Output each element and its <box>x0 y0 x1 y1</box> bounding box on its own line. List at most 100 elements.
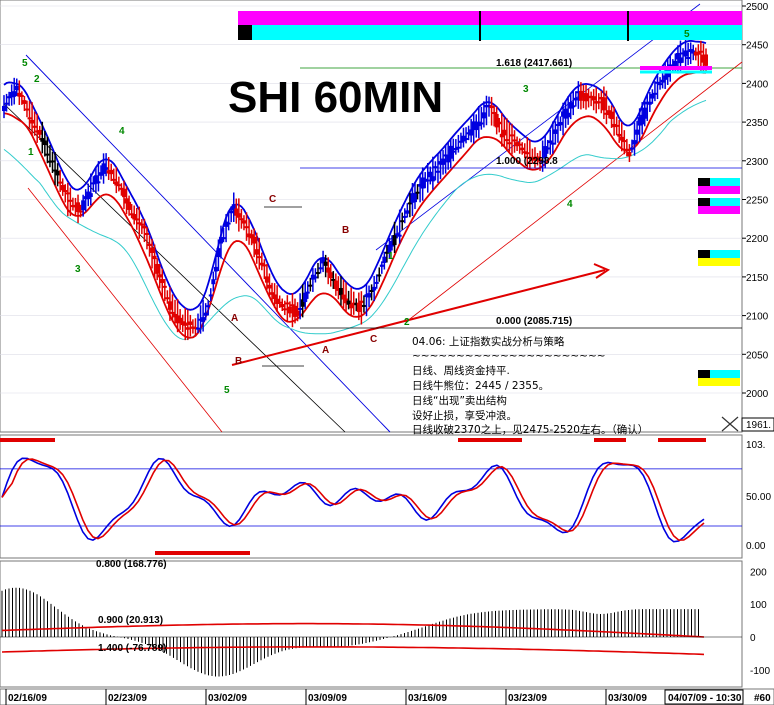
price-bar-body <box>272 294 277 299</box>
signal-block-marker <box>698 198 710 206</box>
price-bar-body <box>512 139 517 142</box>
price-bar-body <box>170 311 175 314</box>
price-bar-body <box>236 213 241 218</box>
price-bar-body <box>203 312 208 316</box>
price-bar-body <box>19 94 24 97</box>
date-label: 02/16/09 <box>8 693 47 704</box>
price-bar-body <box>167 301 172 310</box>
price-bar-body <box>188 321 193 325</box>
wave-label: 1 <box>388 251 394 262</box>
price-bar-body <box>405 210 410 214</box>
price-bar-body <box>221 237 226 240</box>
price-bar-body <box>229 210 234 214</box>
price-tick-label: 2000 <box>746 389 769 400</box>
price-bar-body <box>509 134 514 137</box>
price-bar-body <box>374 281 379 284</box>
price-bar-body <box>660 79 665 83</box>
price-bar-body <box>150 247 155 254</box>
price-tick-label: 2050 <box>746 350 769 361</box>
price-bar-body <box>157 274 162 278</box>
signal-strip-marker <box>238 25 252 40</box>
fib-label-1000: 1.000 (2298.8 <box>496 156 558 167</box>
date-label: 02/23/09 <box>108 693 147 704</box>
price-bar-body <box>183 322 188 326</box>
price-bar-body <box>647 101 652 105</box>
price-bar-body <box>617 133 622 137</box>
price-bar-body <box>642 107 647 119</box>
price-bar-body <box>201 317 206 322</box>
price-bar-body <box>609 111 614 120</box>
price-bar-body <box>492 111 497 114</box>
price-tick-label: 2400 <box>746 79 769 90</box>
price-bar-body <box>323 261 328 266</box>
price-bar-body <box>412 192 417 203</box>
price-bar-body <box>553 129 558 134</box>
price-bar-body <box>134 218 139 221</box>
price-bar-body <box>60 184 65 191</box>
note-line: 设好止损，享受冲浪。 <box>412 409 517 422</box>
date-label: 03/30/09 <box>608 693 647 704</box>
price-bar-body <box>68 199 73 202</box>
current-date-label: 04/07/09 - 10:30 <box>668 693 742 704</box>
price-bar-body <box>315 272 320 275</box>
price-bar-body <box>313 276 318 279</box>
macd-label: 0.900 (20.913) <box>98 615 163 626</box>
price-bar-body <box>277 301 282 304</box>
price-bar-body <box>479 122 484 125</box>
price-bar-body <box>264 276 269 283</box>
price-bar-body <box>673 60 678 66</box>
price-bar-body <box>704 54 708 66</box>
date-label: 03/16/09 <box>408 693 447 704</box>
macd-axis: 200 100 0 -100 <box>750 567 770 677</box>
price-bar-body <box>517 143 522 146</box>
price-bar-body <box>226 222 231 225</box>
price-bar-body <box>211 279 216 285</box>
price-bar-body <box>596 101 601 104</box>
price-bar-body <box>683 50 688 57</box>
price-bar-body <box>338 288 343 296</box>
price-tick-label: 2500 <box>746 2 769 13</box>
price-bar-body <box>571 105 576 108</box>
signal-block-marker <box>698 178 710 186</box>
price-bar-body <box>469 129 474 136</box>
macd-tick-label: -100 <box>750 666 770 677</box>
price-panel <box>0 0 743 433</box>
price-bar-body <box>425 179 430 182</box>
price-bar-body <box>244 226 249 229</box>
wave-label: 4 <box>567 199 573 210</box>
price-bar-body <box>216 248 221 258</box>
chart-title: SHI 60MIN <box>228 73 443 122</box>
price-bar-body <box>635 129 640 135</box>
price-bar-body <box>451 150 456 153</box>
price-bar-body <box>632 140 637 145</box>
price-bar-body <box>520 147 525 151</box>
price-bar-body <box>686 57 691 60</box>
price-bar-body <box>382 256 387 263</box>
date-label: 03/23/09 <box>508 693 547 704</box>
note-heading: 04.06: 上证指数实战分析与策略 <box>412 335 565 348</box>
price-bar-body <box>267 284 272 289</box>
signal-block-marker <box>698 370 710 378</box>
price-bar-body <box>629 147 634 150</box>
signal-block <box>698 378 740 386</box>
signal-strip-magenta <box>238 11 742 25</box>
price-bar-body <box>392 235 397 246</box>
price-bar-body <box>333 280 338 290</box>
wave-label: 3 <box>75 264 81 275</box>
price-bar-body <box>698 50 703 53</box>
price-bar-body <box>30 119 35 124</box>
price-bar-body <box>303 292 308 303</box>
price-bar-body <box>678 57 683 64</box>
price-bar-body <box>109 169 114 175</box>
macd-tick-label: 200 <box>750 567 767 578</box>
price-tick-label: 2100 <box>746 312 769 323</box>
price-bar-body <box>591 96 596 101</box>
price-bar-body <box>377 274 382 277</box>
wave-label: 5 <box>22 58 28 69</box>
note-line: 日线、周线资金持平. <box>412 364 510 377</box>
price-bar-body <box>361 304 366 307</box>
price-tick-label: 2200 <box>746 234 769 245</box>
wave-label: A <box>322 345 329 356</box>
price-bar-body <box>14 85 19 91</box>
wave-label: B <box>235 356 242 367</box>
